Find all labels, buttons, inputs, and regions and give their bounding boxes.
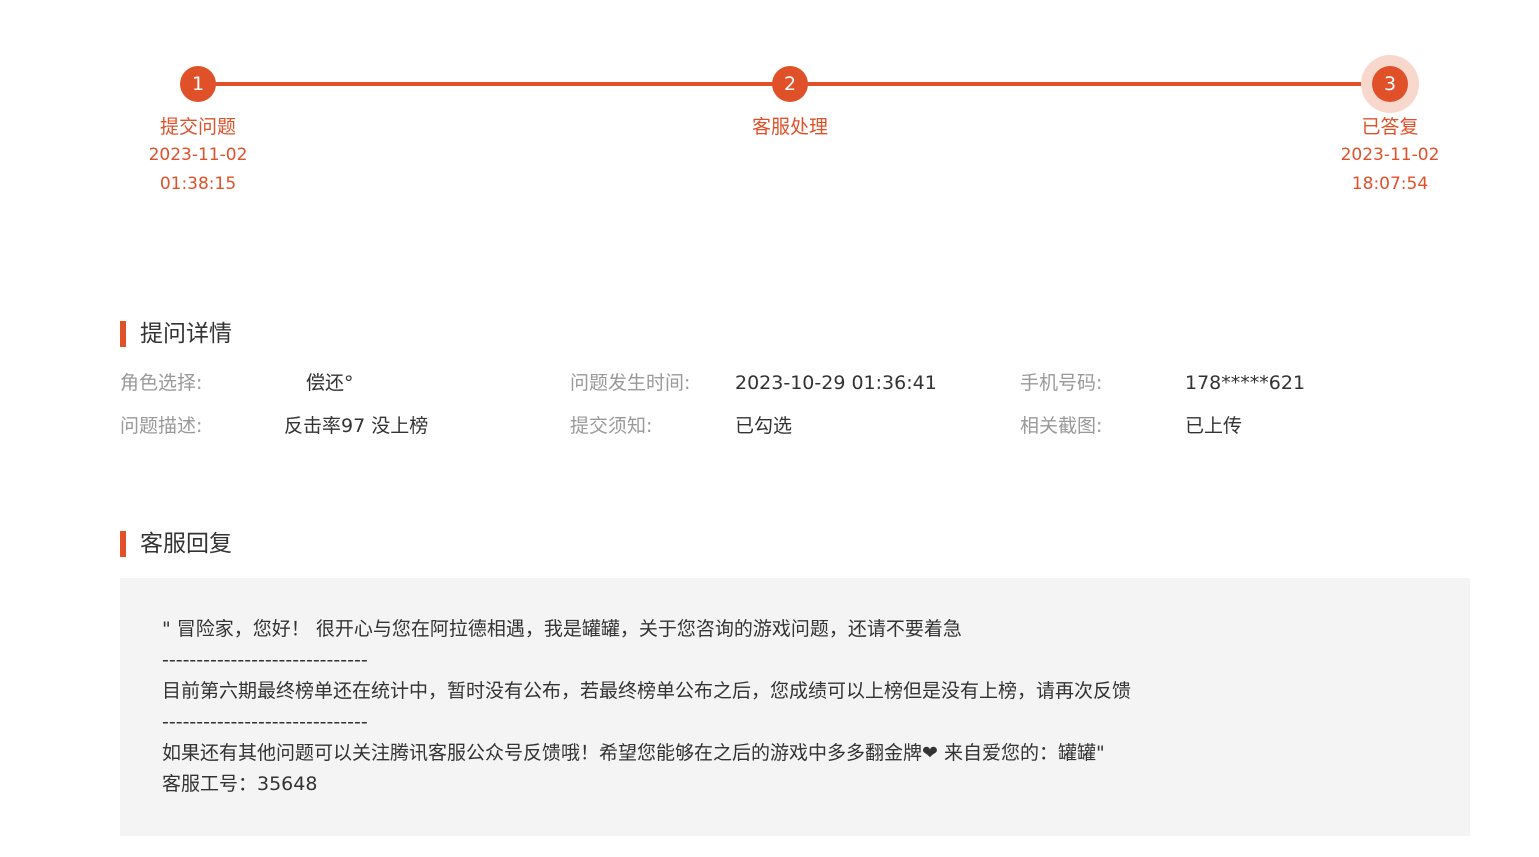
step-label: 提交问题	[159, 116, 236, 138]
phone-label: 手机号码:	[1020, 372, 1103, 394]
description-label: 问题描述:	[120, 415, 203, 437]
description-value: 反击率97 没上榜	[284, 415, 429, 437]
step-submit: 1 提交问题 2023-11-02 01:38:15	[98, 66, 298, 198]
submit-notice-value: 已勾选	[735, 415, 793, 437]
role-label: 角色选择:	[120, 372, 203, 394]
step-time: 18:07:54	[1351, 174, 1429, 194]
reply-box: " 冒险家，您好！ 很开心与您在阿拉德相遇，我是罐罐，关于您咨询的游戏问题，还请…	[120, 578, 1470, 836]
reply-closing-line: 如果还有其他问题可以关注腾讯客服公众号反馈哦！希望您能够在之后的游戏中多多翻金牌…	[162, 742, 1105, 764]
screenshot-value: 已上传	[1185, 415, 1243, 437]
phone-value: 178*****621	[1185, 372, 1306, 394]
reply-divider-line: ------------------------------	[162, 711, 368, 733]
step-date: 2023-11-02	[148, 145, 248, 165]
step-number: 3	[1372, 66, 1408, 102]
step-number: 2	[772, 66, 808, 102]
step-marker: 3	[1361, 55, 1419, 113]
reply-greeting-line: " 冒险家，您好！ 很开心与您在阿拉德相遇，我是罐罐，关于您咨询的游戏问题，还请…	[162, 618, 962, 640]
occurred-time-label: 问题发生时间:	[570, 372, 691, 394]
step-marker: 1	[180, 66, 216, 102]
reply-message: " 冒险家，您好！ 很开心与您在阿拉德相遇，我是罐罐，关于您咨询的游戏问题，还请…	[162, 614, 1442, 800]
occurred-time-value: 2023-10-29 01:36:41	[735, 372, 937, 394]
step-label: 已答复	[1361, 116, 1419, 138]
step-answered: 3 已答复 2023-11-02 18:07:54	[1290, 55, 1490, 198]
question-details-title: 提问详情	[120, 320, 232, 348]
step-number: 1	[180, 66, 216, 102]
step-date: 2023-11-02	[1340, 145, 1440, 165]
step-marker: 2	[772, 66, 808, 102]
reply-divider-line: ------------------------------	[162, 649, 368, 671]
step-time: 01:38:15	[159, 174, 237, 194]
progress-steps: 1 提交问题 2023-11-02 01:38:15 2 客服处理 3 已答复 …	[0, 0, 1539, 220]
step-label: 客服处理	[751, 116, 828, 138]
role-value: 偿还°	[306, 372, 354, 394]
reply-body-line: 目前第六期最终榜单还在统计中，暂时没有公布，若最终榜单公布之后，您成绩可以上榜但…	[162, 680, 1132, 702]
step-processing: 2 客服处理	[690, 66, 890, 140]
reply-title: 客服回复	[120, 530, 232, 558]
agent-id-line: 客服工号：35648	[162, 773, 318, 795]
ticket-detail-page: 1 提交问题 2023-11-02 01:38:15 2 客服处理 3 已答复 …	[0, 0, 1539, 857]
screenshot-label: 相关截图:	[1020, 415, 1103, 437]
submit-notice-label: 提交须知:	[570, 415, 653, 437]
